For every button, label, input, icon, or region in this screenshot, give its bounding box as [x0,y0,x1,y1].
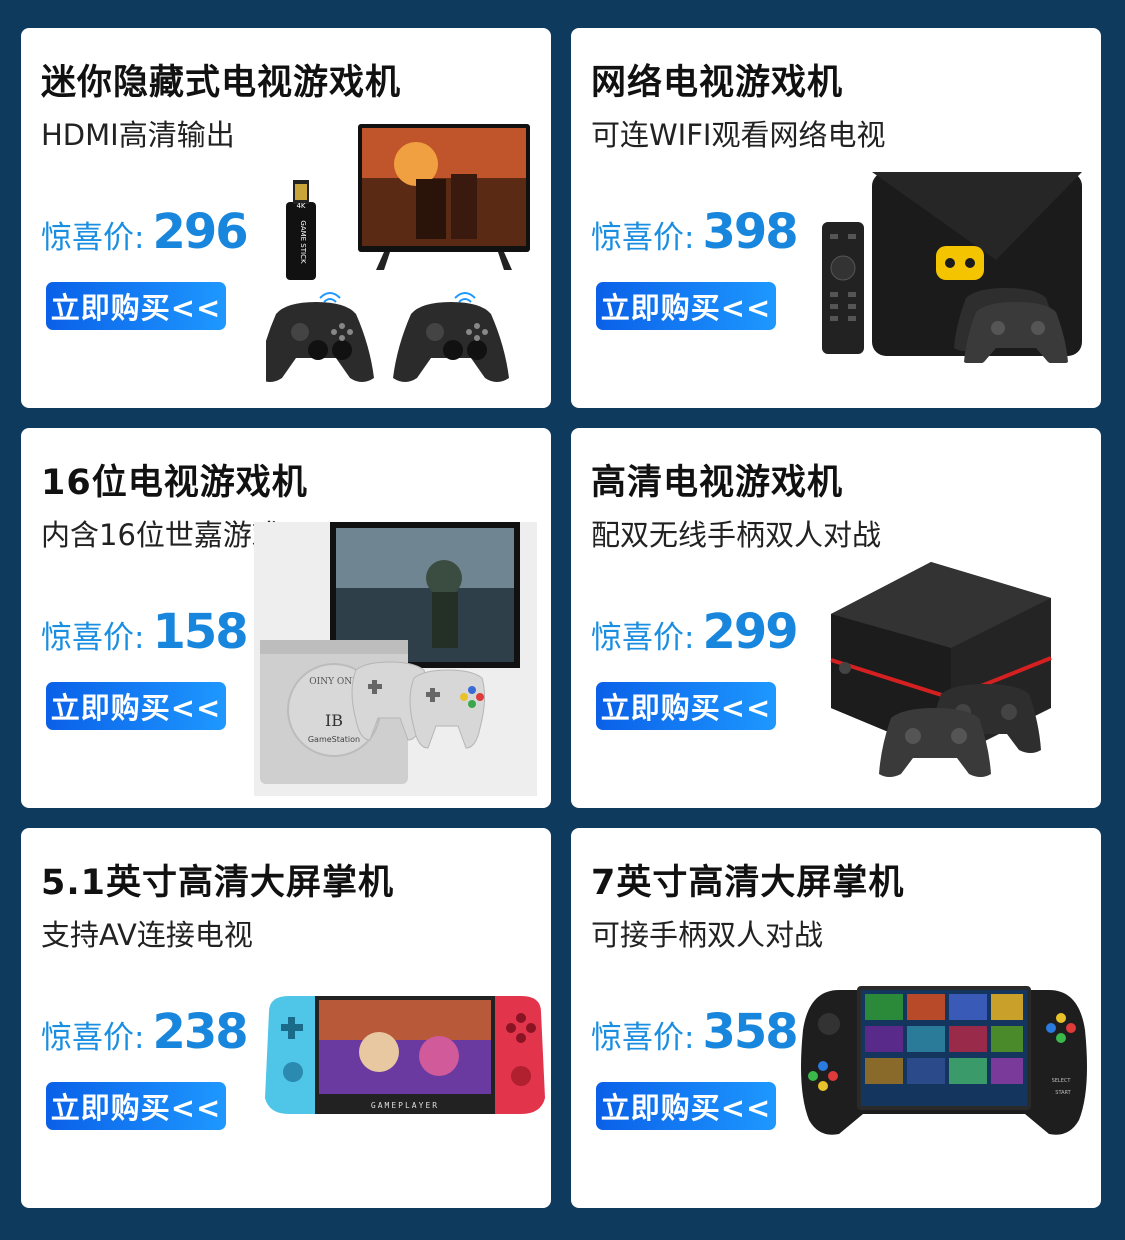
price-value: 296 [152,204,248,260]
product-subtitle: 配双无线手柄双人对战 [591,518,882,552]
gamepad-icon [393,302,509,382]
product-title: 网络电视游戏机 [591,63,844,103]
product-title: 7英寸高清大屏掌机 [591,863,905,903]
price-value: 238 [152,1004,248,1060]
product-image-hd-console [801,558,1086,778]
handheld-brand: GAMEPLAYER [371,1101,439,1110]
product-image-network-box [816,168,1091,363]
price-value: 398 [702,204,798,260]
product-card-mini-stick[interactable]: 迷你隐藏式电视游戏机 HDMI高清输出 惊喜价: 296 立即购买<< 4K G… [21,28,551,408]
console-logo: IB [325,711,343,730]
buy-now-button[interactable]: 立即购买<< [596,282,776,330]
buy-now-button[interactable]: 立即购买<< [596,682,776,730]
price-value: 358 [702,1004,798,1060]
price-block: 惊喜价: 158 [41,604,249,660]
price-block: 惊喜价: 358 [591,1004,799,1060]
price-label: 惊喜价: [41,220,145,256]
product-image-7inch-handheld: SELECT START [799,982,1089,1138]
console-model: GameStation [308,735,360,744]
product-subtitle: 可连WIFI观看网络电视 [591,118,886,152]
buy-now-button[interactable]: 立即购买<< [46,282,226,330]
price-block: 惊喜价: 296 [41,204,249,260]
gamepad-icon [879,708,991,777]
product-card-7inch-handheld[interactable]: 7英寸高清大屏掌机 可接手柄双人对战 惊喜价: 358 立即购买<< SELEC… [571,828,1101,1208]
product-image-mini-stick: 4K GAME STICK [266,124,541,384]
price-block: 惊喜价: 398 [591,204,799,260]
price-label: 惊喜价: [41,1020,145,1056]
price-value: 299 [702,604,798,660]
product-card-16bit[interactable]: 16位电视游戏机 内含16位世嘉游戏 惊喜价: 158 立即购买<< OINY … [21,428,551,808]
product-subtitle: 支持AV连接电视 [41,918,253,952]
buy-now-button[interactable]: 立即购买<< [46,1082,226,1130]
price-label: 惊喜价: [591,620,695,656]
price-label: 惊喜价: [591,220,695,256]
price-value: 158 [152,604,248,660]
price-block: 惊喜价: 238 [41,1004,249,1060]
product-title: 高清电视游戏机 [591,463,844,503]
product-subtitle: HDMI高清输出 [41,118,235,152]
game-logo-icon [936,246,984,280]
console-brand: OINY ONE [309,677,358,687]
product-card-5inch-handheld[interactable]: 5.1英寸高清大屏掌机 支持AV连接电视 惊喜价: 238 立即购买<< GAM… [21,828,551,1208]
select-label: SELECT [1052,1078,1072,1084]
product-card-network-box[interactable]: 网络电视游戏机 可连WIFI观看网络电视 惊喜价: 398 立即购买<< [571,28,1101,408]
stick-label: GAME STICK [299,220,307,264]
gamepad-icon [266,302,374,382]
start-label: START [1055,1090,1071,1096]
wifi-icon [319,292,476,303]
product-image-16bit: OINY ONE IB GameStation [254,522,537,796]
buy-now-button[interactable]: 立即购买<< [596,1082,776,1130]
price-label: 惊喜价: [41,620,145,656]
product-image-5inch-handheld: GAMEPLAYER [259,992,551,1118]
product-subtitle: 内含16位世嘉游戏 [41,518,281,552]
price-label: 惊喜价: [591,1020,695,1056]
product-title: 迷你隐藏式电视游戏机 [41,63,402,103]
stick-badge: 4K [296,202,305,210]
product-card-hd-console[interactable]: 高清电视游戏机 配双无线手柄双人对战 惊喜价: 299 立即购买<< [571,428,1101,808]
buy-now-button[interactable]: 立即购买<< [46,682,226,730]
product-subtitle: 可接手柄双人对战 [591,918,824,952]
product-title: 16位电视游戏机 [41,463,308,503]
price-block: 惊喜价: 299 [591,604,799,660]
product-title: 5.1英寸高清大屏掌机 [41,863,395,903]
